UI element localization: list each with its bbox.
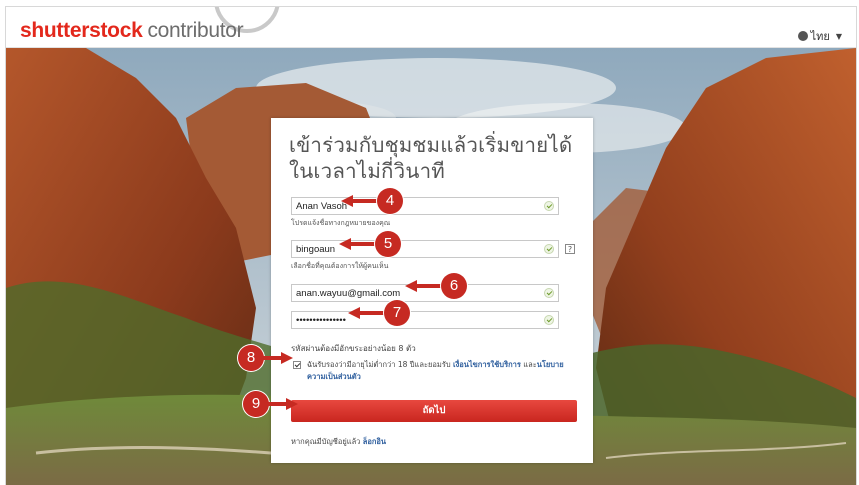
marker-5: 5 (339, 231, 401, 257)
logo-brand-end: ck (119, 19, 143, 42)
marker-6: 6 (405, 273, 467, 299)
password-input[interactable] (292, 312, 536, 328)
step-badge: 9 (243, 391, 269, 417)
logo-brand: shutterst (20, 19, 108, 42)
logo-product: contributor (147, 19, 244, 42)
arrow-shaft (349, 242, 377, 246)
step-badge: 7 (384, 300, 410, 326)
arrow-shaft (267, 402, 287, 406)
step-badge: 6 (441, 273, 467, 299)
arrow-shaft (415, 284, 443, 288)
signup-title: เข้าร่วมกับชุมชมแล้วเริ่มขายได้ในเวลาไม่… (289, 133, 573, 183)
valid-check-icon (544, 244, 554, 254)
username-input[interactable] (292, 241, 536, 257)
terms-of-service-link[interactable]: เงื่อนไขการใช้บริการ (453, 360, 521, 369)
valid-check-icon (544, 201, 554, 211)
terms-checkbox[interactable] (293, 361, 301, 369)
valid-check-icon (544, 315, 554, 325)
next-button[interactable]: ถัดไป (291, 400, 577, 422)
arrow-right-icon (281, 352, 293, 364)
full-name-hint: โปรดแจ้งชื่อทางกฎหมายของคุณ (291, 219, 391, 227)
step-badge: 8 (238, 345, 264, 371)
marker-8: 8 (238, 345, 294, 371)
step-badge: 4 (377, 188, 403, 214)
arrow-shaft (262, 356, 282, 360)
logo-brand-o: o (107, 19, 120, 42)
top-header: shutterstock contributor ไทย ▼ (6, 7, 856, 48)
login-prefix: หากคุณมีบัญชีอยู่แล้ว (291, 437, 363, 446)
arrow-shaft (358, 311, 386, 315)
marker-4: 4 (341, 188, 403, 214)
terms-prefix: ฉันรับรองว่ามีอายุไม่ต่ำกว่า 18 ปีและยอม… (307, 360, 454, 369)
login-line: หากคุณมีบัญชีอยู่แล้ว ล็อกอิน (291, 436, 386, 448)
arrow-right-icon (286, 398, 298, 410)
marker-9: 9 (243, 391, 299, 417)
password-field[interactable] (291, 311, 559, 329)
full-name-input[interactable] (292, 198, 536, 214)
valid-check-icon (544, 288, 554, 298)
marker-7: 7 (348, 300, 410, 326)
username-field[interactable] (291, 240, 559, 258)
password-rule-text: รหัสผ่านต้องมีอักขระอย่างน้อย 8 ตัว (291, 344, 416, 353)
terms-mid: และ (520, 360, 537, 369)
shutterstock-contributor-logo[interactable]: shutterstock contributor (20, 19, 244, 43)
language-selector[interactable]: ไทย ▼ (797, 27, 842, 45)
username-hint: เลือกชื่อที่คุณต้องการให้ผู้คนเห็น (291, 262, 389, 270)
browser-frame: shutterstock contributor ไทย ▼ เข้าร่วมกั… (5, 6, 857, 485)
language-label: ไทย (810, 30, 830, 43)
terms-text: ฉันรับรองว่ามีอายุไม่ต่ำกว่า 18 ปีและยอม… (307, 359, 577, 383)
globe-icon (797, 31, 808, 41)
step-badge: 5 (375, 231, 401, 257)
arrow-shaft (351, 199, 379, 203)
help-icon[interactable]: ? (565, 244, 575, 254)
login-link[interactable]: ล็อกอิน (363, 437, 386, 446)
caret-down-icon: ▼ (835, 31, 842, 41)
full-name-field[interactable] (291, 197, 559, 215)
